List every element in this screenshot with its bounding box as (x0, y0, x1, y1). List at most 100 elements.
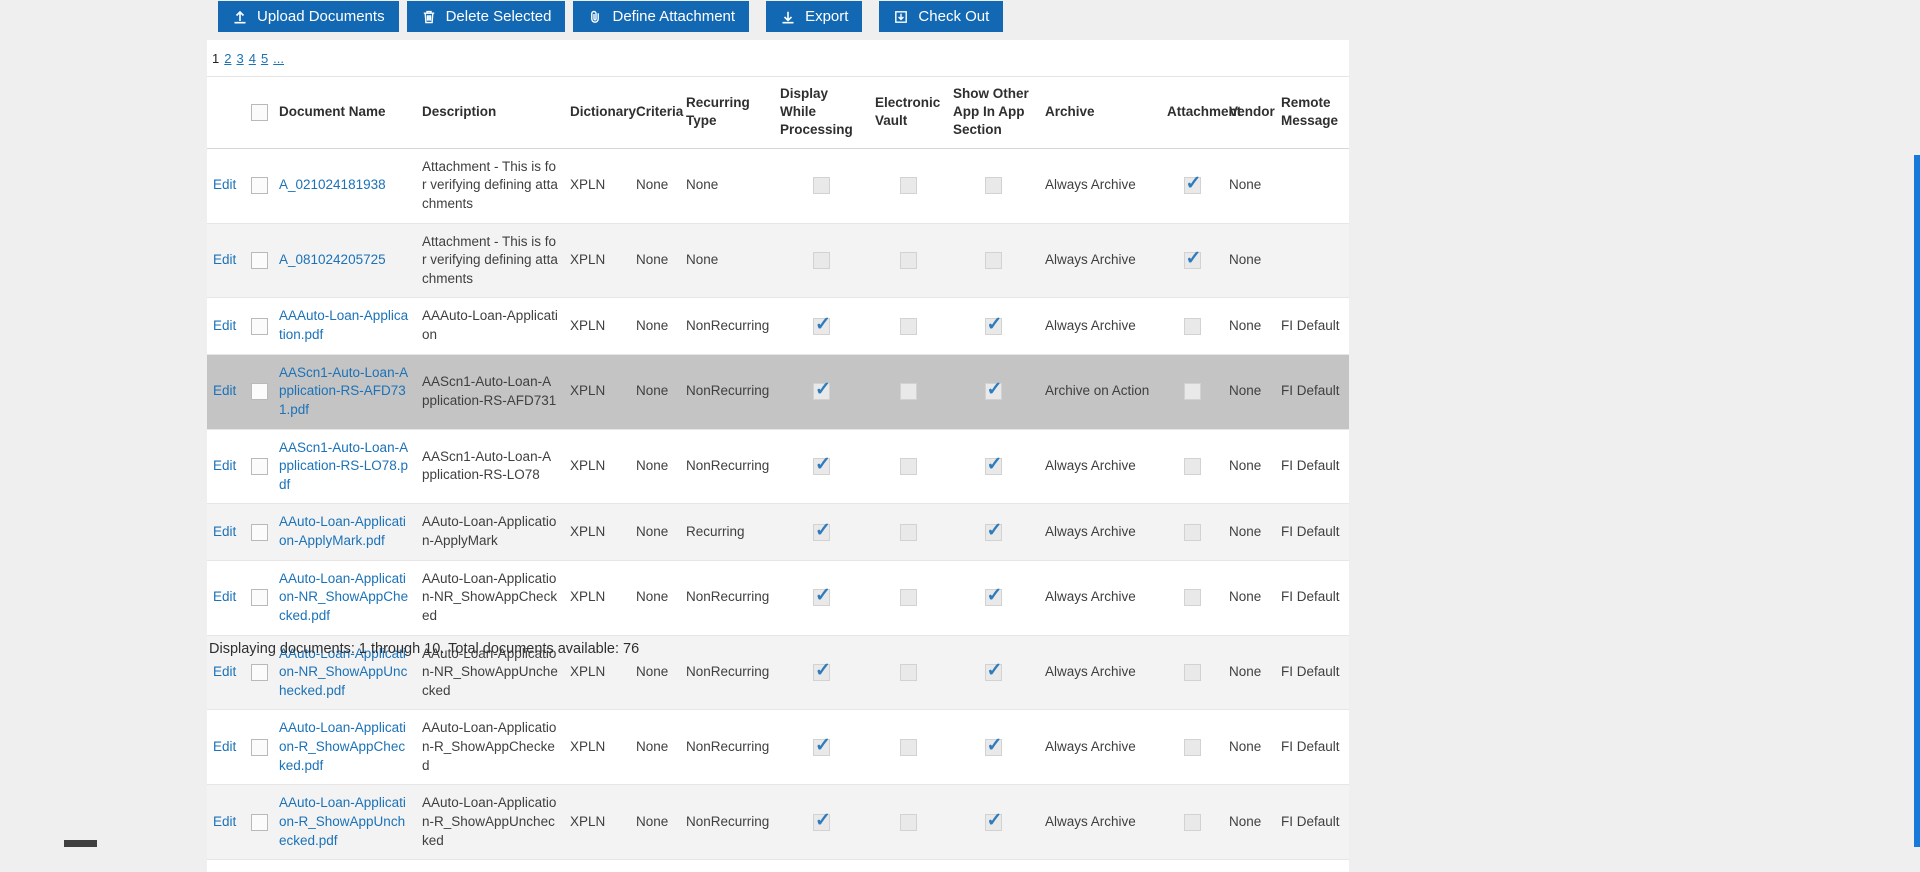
archive-cell: Always Archive (1039, 148, 1161, 223)
delete-selected-label: Delete Selected (446, 8, 552, 25)
description-cell: AAScn1-Auto-Loan-Application-RS-LO78 (416, 429, 564, 504)
criteria-cell: None (630, 429, 680, 504)
row-select-checkbox[interactable] (251, 739, 268, 756)
edit-link[interactable]: Edit (213, 739, 236, 754)
edit-link[interactable]: Edit (213, 814, 236, 829)
header-vendor: Vendor (1223, 77, 1275, 149)
dictionary-cell: XPLN (564, 504, 630, 560)
row-select-checkbox[interactable] (251, 589, 268, 606)
attachment-checkbox (1184, 318, 1201, 335)
table-row: Edit A_081024205725 Attachment - This is… (207, 223, 1349, 298)
table-row: Edit AAuto-Loan-Application-R_ShowAppChe… (207, 710, 1349, 785)
recurring-type-cell: NonRecurring (680, 354, 774, 429)
document-name-link[interactable]: A_081024205725 (279, 252, 386, 267)
row-select-checkbox[interactable] (251, 177, 268, 194)
document-name-link[interactable]: AAScn1-Auto-Loan-Application-RS-LO78.pdf (279, 440, 408, 492)
description-cell: AAuto-Loan-Application-R_ShowAppUnchecke… (416, 785, 564, 860)
row-select-checkbox[interactable] (251, 664, 268, 681)
edit-link[interactable]: Edit (213, 318, 236, 333)
edit-link[interactable]: Edit (213, 664, 236, 679)
export-button[interactable]: Export (766, 1, 862, 32)
table-body: Edit A_021024181938 Attachment - This is… (207, 148, 1349, 860)
vendor-cell: None (1223, 560, 1275, 635)
remote-message-cell: FI Default (1275, 354, 1349, 429)
criteria-cell: None (630, 785, 680, 860)
document-name-link[interactable]: AAAuto-Loan-Application.pdf (279, 308, 408, 342)
row-select-checkbox[interactable] (251, 458, 268, 475)
attachment-checkbox (1184, 589, 1201, 606)
criteria-cell: None (630, 298, 680, 354)
vendor-cell: None (1223, 785, 1275, 860)
define-attachment-button[interactable]: Define Attachment (573, 1, 749, 32)
attachment-checkbox (1184, 177, 1201, 194)
recurring-type-cell: NonRecurring (680, 298, 774, 354)
edit-link[interactable]: Edit (213, 383, 236, 398)
row-select-checkbox[interactable] (251, 524, 268, 541)
display-while-processing-checkbox (813, 664, 830, 681)
header-archive: Archive (1039, 77, 1161, 149)
row-select-checkbox[interactable] (251, 318, 268, 335)
criteria-cell: None (630, 710, 680, 785)
edit-link[interactable]: Edit (213, 524, 236, 539)
document-name-link[interactable]: AAuto-Loan-Application-ApplyMark.pdf (279, 514, 406, 548)
show-other-app-checkbox (985, 589, 1002, 606)
row-select-checkbox[interactable] (251, 383, 268, 400)
recurring-type-cell: NonRecurring (680, 429, 774, 504)
archive-cell: Archive on Action (1039, 354, 1161, 429)
pagination-link[interactable]: 2 (224, 51, 231, 66)
vendor-cell: None (1223, 223, 1275, 298)
attachment-checkbox (1184, 814, 1201, 831)
edit-link[interactable]: Edit (213, 177, 236, 192)
document-name-link[interactable]: AAuto-Loan-Application-R_ShowAppUnchecke… (279, 795, 406, 847)
remote-message-cell: FI Default (1275, 560, 1349, 635)
document-name-link[interactable]: AAScn1-Auto-Loan-Application-RS-AFD731.p… (279, 365, 408, 417)
remote-message-cell: FI Default (1275, 710, 1349, 785)
vendor-cell: None (1223, 148, 1275, 223)
vertical-scrollbar[interactable] (1914, 155, 1920, 847)
remote-message-cell: FI Default (1275, 785, 1349, 860)
row-select-checkbox[interactable] (251, 814, 268, 831)
description-cell: AAAuto-Loan-Application (416, 298, 564, 354)
electronic-vault-checkbox (900, 318, 917, 335)
show-other-app-checkbox (985, 177, 1002, 194)
display-while-processing-checkbox (813, 814, 830, 831)
upload-documents-button[interactable]: Upload Documents (218, 1, 399, 32)
document-name-link[interactable]: AAuto-Loan-Application-R_ShowAppChecked.… (279, 720, 406, 772)
electronic-vault-checkbox (900, 177, 917, 194)
header-description: Description (416, 77, 564, 149)
edit-link[interactable]: Edit (213, 458, 236, 473)
select-all-checkbox[interactable] (251, 104, 268, 121)
description-cell: AAScn1-Auto-Loan-Application-RS-AFD731 (416, 354, 564, 429)
documents-panel: 12345... Document Name Description Dicti… (207, 40, 1349, 872)
header-document-name: Document Name (273, 77, 416, 149)
check-out-button[interactable]: Check Out (879, 1, 1003, 32)
define-attachment-label: Define Attachment (612, 8, 735, 25)
document-name-link[interactable]: A_021024181938 (279, 177, 386, 192)
pagination-link[interactable]: 4 (249, 51, 256, 66)
remote-message-cell (1275, 223, 1349, 298)
archive-cell: Always Archive (1039, 429, 1161, 504)
criteria-cell: None (630, 148, 680, 223)
download-icon (780, 9, 796, 25)
document-name-link[interactable]: AAuto-Loan-Application-NR_ShowAppChecked… (279, 571, 408, 623)
description-cell: AAuto-Loan-Application-ApplyMark (416, 504, 564, 560)
row-select-checkbox[interactable] (251, 252, 268, 269)
pagination-link[interactable]: 3 (236, 51, 243, 66)
horizontal-scrollbar-thumb[interactable] (64, 840, 97, 847)
pagination-link[interactable]: ... (273, 51, 284, 66)
display-while-processing-checkbox (813, 524, 830, 541)
description-cell: Attachment - This is for verifying defin… (416, 148, 564, 223)
electronic-vault-checkbox (900, 383, 917, 400)
table-header: Document Name Description Dictionary Cri… (207, 77, 1349, 149)
display-while-processing-checkbox (813, 318, 830, 335)
edit-link[interactable]: Edit (213, 252, 236, 267)
edit-link[interactable]: Edit (213, 589, 236, 604)
pagination-link[interactable]: 5 (261, 51, 268, 66)
electronic-vault-checkbox (900, 458, 917, 475)
criteria-cell: None (630, 354, 680, 429)
remote-message-cell: FI Default (1275, 635, 1349, 710)
show-other-app-checkbox (985, 252, 1002, 269)
delete-selected-button[interactable]: Delete Selected (407, 1, 566, 32)
vendor-cell: None (1223, 354, 1275, 429)
dictionary-cell: XPLN (564, 298, 630, 354)
